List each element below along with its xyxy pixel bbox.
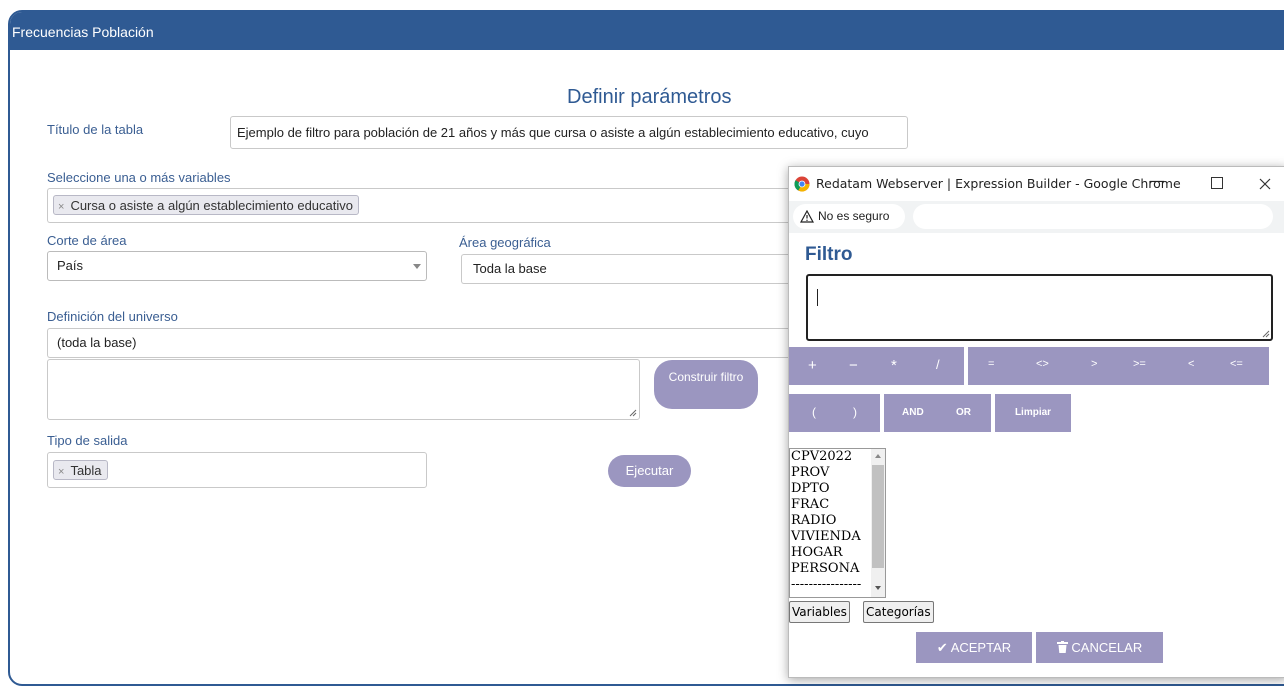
variable-tag[interactable]: × Cursa o asiste a algún establecimiento … <box>53 195 359 215</box>
corte-value: País <box>57 258 84 273</box>
popup-window-title: Redatam Webserver | Expression Builder -… <box>816 176 1181 191</box>
salida-label: Tipo de salida <box>47 433 128 448</box>
less-equal-button[interactable]: <= <box>1230 358 1243 370</box>
aceptar-label: ACEPTAR <box>950 640 1012 655</box>
divide-button[interactable]: / <box>936 357 940 372</box>
corte-label: Corte de área <box>47 233 127 248</box>
plus-button[interactable]: + <box>808 357 817 374</box>
area-label: Área geográfica <box>459 235 551 250</box>
greater-button[interactable]: > <box>1091 358 1097 370</box>
salida-select[interactable]: × Tabla <box>47 452 427 488</box>
filter-expression-input[interactable] <box>806 274 1273 341</box>
close-icon[interactable] <box>1259 178 1271 190</box>
less-button[interactable]: < <box>1188 358 1194 370</box>
resize-handle-icon <box>1262 330 1270 338</box>
warning-icon <box>800 210 814 223</box>
scroll-up-icon[interactable] <box>875 454 881 458</box>
not-equal-button[interactable]: <> <box>1036 358 1049 370</box>
categorias-button[interactable]: Categorías <box>863 601 934 623</box>
open-paren-button[interactable]: ( <box>812 405 816 419</box>
universo-select[interactable]: (toda la base) <box>47 328 807 358</box>
multiply-button[interactable]: * <box>891 357 897 374</box>
ejecutar-button[interactable]: Ejecutar <box>608 455 691 487</box>
variables-label: Seleccione una o más variables <box>47 170 231 185</box>
comparison-operators: = <> > >= < <= <box>968 347 1269 385</box>
chrome-icon <box>794 176 810 192</box>
variables-button[interactable]: Variables <box>789 601 850 623</box>
universo-textarea[interactable] <box>47 359 640 420</box>
popup-titlebar: Redatam Webserver | Expression Builder -… <box>789 167 1284 201</box>
cancelar-label: CANCELAR <box>1071 640 1143 655</box>
resize-handle-icon <box>629 409 637 417</box>
page-heading: Definir parámetros <box>567 86 732 108</box>
security-label: No es seguro <box>818 209 890 223</box>
greater-equal-button[interactable]: >= <box>1133 358 1146 370</box>
trash-icon <box>1056 641 1068 653</box>
universo-label: Definición del universo <box>47 309 178 324</box>
salida-tag[interactable]: × Tabla <box>53 460 108 480</box>
titulo-input[interactable]: Ejemplo de filtro para población de 21 a… <box>230 116 908 149</box>
expression-builder-window: Redatam Webserver | Expression Builder -… <box>788 166 1284 678</box>
paren-buttons: ( ) <box>789 394 880 432</box>
maximize-icon[interactable] <box>1211 177 1223 189</box>
url-field[interactable] <box>913 204 1273 229</box>
construir-filtro-button[interactable]: Construir filtro <box>654 360 758 409</box>
close-paren-button[interactable]: ) <box>853 405 857 419</box>
and-button[interactable]: AND <box>902 407 924 418</box>
scroll-down-icon[interactable] <box>875 586 881 590</box>
tag-remove-icon[interactable]: × <box>58 201 64 213</box>
popup-heading: Filtro <box>805 244 853 265</box>
aceptar-button[interactable]: ✔ ACEPTAR <box>916 632 1032 663</box>
logic-buttons: AND OR <box>884 394 991 432</box>
or-button[interactable]: OR <box>956 407 971 418</box>
text-cursor <box>817 289 818 306</box>
salida-tag-label: Tabla <box>70 463 102 478</box>
scroll-thumb[interactable] <box>872 465 884 568</box>
minus-button[interactable]: − <box>849 357 858 374</box>
variable-tag-label: Cursa o asiste a algún establecimiento e… <box>70 198 353 213</box>
entity-list[interactable]: CPV2022 PROV DPTO FRAC RADIO VIVIENDA HO… <box>789 448 886 598</box>
minimize-icon[interactable]: — <box>1149 171 1165 190</box>
variables-select[interactable]: × Cursa o asiste a algún establecimiento … <box>47 188 807 223</box>
list-scrollbar[interactable] <box>871 449 885 597</box>
check-icon: ✔ <box>936 640 948 655</box>
titulo-label: Título de la tabla <box>47 122 144 137</box>
security-chip[interactable]: No es seguro <box>793 204 905 229</box>
area-select[interactable]: Toda la base <box>461 254 807 284</box>
corte-select[interactable]: País <box>47 251 427 281</box>
tag-remove-icon[interactable]: × <box>58 466 64 478</box>
chevron-down-icon <box>413 264 421 269</box>
window-title: Frecuencias Población <box>10 12 1284 50</box>
address-bar: No es seguro <box>789 201 1284 233</box>
limpiar-button[interactable]: Limpiar <box>995 394 1071 432</box>
equals-button[interactable]: = <box>988 358 994 370</box>
cancelar-button[interactable]: CANCELAR <box>1036 632 1163 663</box>
arith-operators: + − * / <box>789 347 964 385</box>
